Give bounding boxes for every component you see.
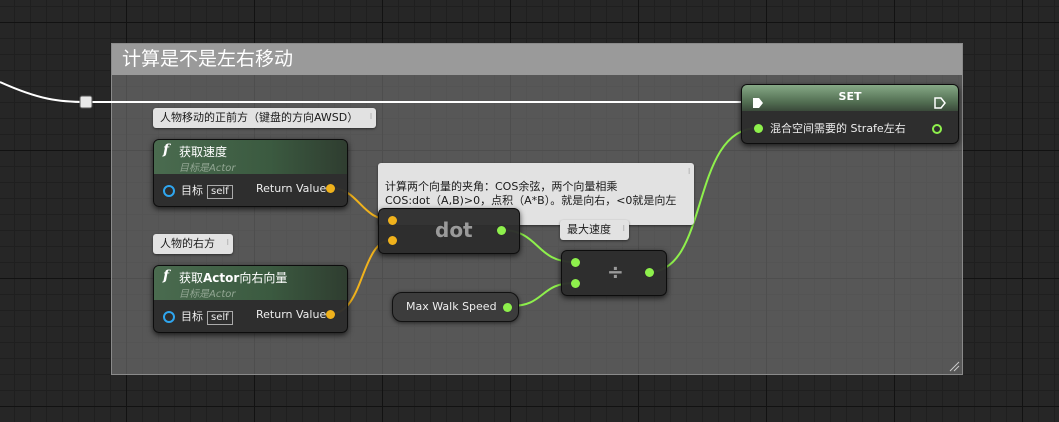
node-title: 获取Actor向右向量 xyxy=(179,271,288,285)
set-node[interactable]: SET 混合空间需要的 Strafe左右 xyxy=(741,84,959,144)
target-label: 目标 xyxy=(181,310,203,323)
pin-icon[interactable]: ⁝ xyxy=(688,165,691,179)
pin-icon[interactable]: ⁝ xyxy=(622,222,625,236)
divide-input-a-pin[interactable] xyxy=(571,258,580,267)
max-walk-speed-label: Max Walk Speed xyxy=(406,300,497,313)
target-label: 目标 xyxy=(181,184,203,197)
target-value[interactable]: self xyxy=(207,311,233,325)
node-subtitle: 目标是Actor xyxy=(179,289,236,300)
bubble-max-speed-text: 最大速度 xyxy=(567,223,611,236)
pin-icon[interactable]: ⁝ xyxy=(226,236,229,250)
dot-input-b-pin[interactable] xyxy=(388,236,397,245)
reroute-node xyxy=(79,95,93,109)
node-subtitle: 目标是Actor xyxy=(179,163,236,174)
target-pin[interactable] xyxy=(163,311,175,323)
node-header: f 获取速度 目标是Actor xyxy=(154,140,347,174)
return-value-label: Return Value xyxy=(256,308,327,321)
node-title: 获取速度 xyxy=(179,145,228,159)
exec-out-icon[interactable] xyxy=(934,97,946,109)
set-variable-label: 混合空间需要的 Strafe左右 xyxy=(770,122,906,135)
divide-input-b-pin[interactable] xyxy=(571,279,580,288)
set-title: SET xyxy=(838,90,862,103)
divide-node[interactable]: ÷ xyxy=(561,250,667,296)
target-row: 目标 self xyxy=(181,184,233,199)
max-walk-speed-node[interactable]: Max Walk Speed xyxy=(392,292,519,322)
exec-wire-in xyxy=(0,81,87,103)
function-icon: f xyxy=(163,268,170,284)
exec-in-icon[interactable] xyxy=(752,97,764,109)
function-icon: f xyxy=(163,142,170,158)
dot-output-pin[interactable] xyxy=(497,226,506,235)
dot-title: dot xyxy=(435,218,473,242)
set-output-pin[interactable] xyxy=(932,124,942,134)
return-value-pin[interactable] xyxy=(326,310,335,319)
dot-input-a-pin[interactable] xyxy=(388,216,397,225)
bubble-right-text: 人物的右方 xyxy=(160,237,215,250)
get-right-vector-node[interactable]: f 获取Actor向右向量 目标是Actor 目标 self Return Val… xyxy=(153,265,348,333)
bubble-forward[interactable]: 人物移动的正前方（键盘的方向AWSD） ⁝ xyxy=(153,108,377,128)
bubble-angle-text: 计算两个向量的夹角：COS余弦，两个向量相乘 COS:dot（A,B)>0，点积… xyxy=(385,180,677,207)
max-walk-speed-pin[interactable] xyxy=(503,303,512,312)
pin-icon[interactable]: ⁝ xyxy=(370,110,373,124)
return-value-pin[interactable] xyxy=(326,184,335,193)
set-input-pin[interactable] xyxy=(754,124,763,133)
dot-node[interactable]: dot xyxy=(378,208,520,254)
return-value-label: Return Value xyxy=(256,182,327,195)
divide-output-pin[interactable] xyxy=(645,268,654,277)
bubble-forward-text: 人物移动的正前方（键盘的方向AWSD） xyxy=(160,111,359,124)
get-velocity-node[interactable]: f 获取速度 目标是Actor 目标 self Return Value xyxy=(153,139,348,207)
target-pin[interactable] xyxy=(163,185,175,197)
node-header: f 获取Actor向右向量 目标是Actor xyxy=(154,266,347,300)
set-header: SET xyxy=(742,85,958,111)
target-row: 目标 self xyxy=(181,310,233,325)
bubble-max-speed[interactable]: 最大速度 ⁝ xyxy=(560,220,629,240)
bubble-right[interactable]: 人物的右方 ⁝ xyxy=(153,234,233,254)
target-value[interactable]: self xyxy=(207,185,233,199)
divide-title: ÷ xyxy=(607,260,624,284)
